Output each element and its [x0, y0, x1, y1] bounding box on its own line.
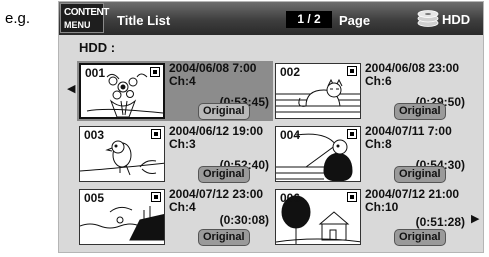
title-item[interactable]: 002 2004/06/08 23:00 Ch:6 (0:29:50) Orig…: [273, 61, 469, 121]
menu-logo-line1: CONTENT: [64, 7, 109, 18]
menu-logo-line2: MENU: [64, 20, 91, 30]
drive-label: HDD: [442, 12, 471, 27]
title-thumbnail: 002: [275, 63, 361, 119]
title-info: 2004/06/08 7:00 Ch:4 (0:53:45): [169, 62, 271, 109]
title-item[interactable]: 004 2004/07/11 7:00 Ch:8 (0:54:30) Origi…: [273, 124, 469, 184]
title-number: 004: [280, 128, 301, 142]
title-thumbnail: 006: [275, 189, 361, 245]
previous-page-arrow-icon[interactable]: ◀: [67, 82, 75, 95]
original-button[interactable]: Original: [198, 166, 250, 183]
title-duration: (0:51:28): [415, 215, 465, 229]
title-thumbnail: 004: [275, 126, 361, 182]
title-info: 2004/07/11 7:00 Ch:8 (0:54:30): [365, 125, 467, 172]
title-thumbnail: 003: [79, 126, 165, 182]
content-menu-logo[interactable]: CONTENT MENU: [60, 3, 109, 33]
title-list-screen: CONTENT MENU Title List 1 / 2 Page HDD H…: [58, 1, 484, 253]
header-bar: CONTENT MENU Title List 1 / 2 Page HDD: [59, 2, 483, 35]
protect-badge-icon: [151, 129, 161, 139]
title-thumbnail: 005: [79, 189, 165, 245]
title-channel: Ch:6: [365, 74, 392, 88]
drive-heading: HDD :: [79, 40, 116, 55]
original-button[interactable]: Original: [198, 229, 250, 246]
title-item[interactable]: 003 2004/06/12 19:00 Ch:3 (0:52:40) Orig…: [77, 124, 273, 184]
page-label: Page: [339, 13, 371, 28]
protect-badge-icon: [347, 129, 357, 139]
title-channel: Ch:4: [169, 74, 196, 88]
title-info: 2004/07/12 23:00 Ch:4 (0:30:08): [169, 188, 271, 227]
title-item[interactable]: 005 2004/07/12 23:00 Ch:4 (0:30:08) Orig…: [77, 187, 273, 247]
title-channel: Ch:10: [365, 200, 399, 214]
original-button[interactable]: Original: [394, 229, 446, 246]
title-item[interactable]: 001 2004/06/08 7:00 Ch:4 (0:53:45) Origi…: [77, 61, 273, 121]
title-info: 2004/06/08 23:00 Ch:6 (0:29:50): [365, 62, 467, 109]
title-channel: Ch:8: [365, 137, 392, 151]
title-info: 2004/06/12 19:00 Ch:3 (0:52:40): [169, 125, 271, 172]
next-page-arrow-icon[interactable]: ▶: [471, 212, 479, 225]
example-caption: e.g.: [5, 10, 31, 27]
original-button[interactable]: Original: [394, 103, 446, 120]
original-button[interactable]: Original: [394, 166, 446, 183]
protect-badge-icon: [347, 66, 357, 76]
hdd-disk-icon: [417, 10, 439, 27]
screen-title: Title List: [117, 13, 171, 28]
title-number: 003: [84, 128, 105, 142]
title-number: 002: [280, 65, 301, 79]
page-indicator: 1 / 2: [286, 11, 332, 28]
title-item[interactable]: 006 2004/07/12 21:00 Ch:10 (0:51:28) Ori…: [273, 187, 469, 247]
title-duration: (0:30:08): [219, 213, 269, 227]
title-number: 001: [85, 66, 106, 80]
title-number: 005: [84, 191, 105, 205]
title-channel: Ch:3: [169, 137, 196, 151]
original-button[interactable]: Original: [198, 103, 250, 120]
title-number: 006: [280, 191, 301, 205]
title-thumbnail: 001: [79, 63, 165, 119]
protect-badge-icon: [150, 67, 160, 77]
title-info: 2004/07/12 21:00 Ch:10 (0:51:28): [365, 188, 467, 229]
protect-badge-icon: [151, 192, 161, 202]
protect-badge-icon: [347, 192, 357, 202]
